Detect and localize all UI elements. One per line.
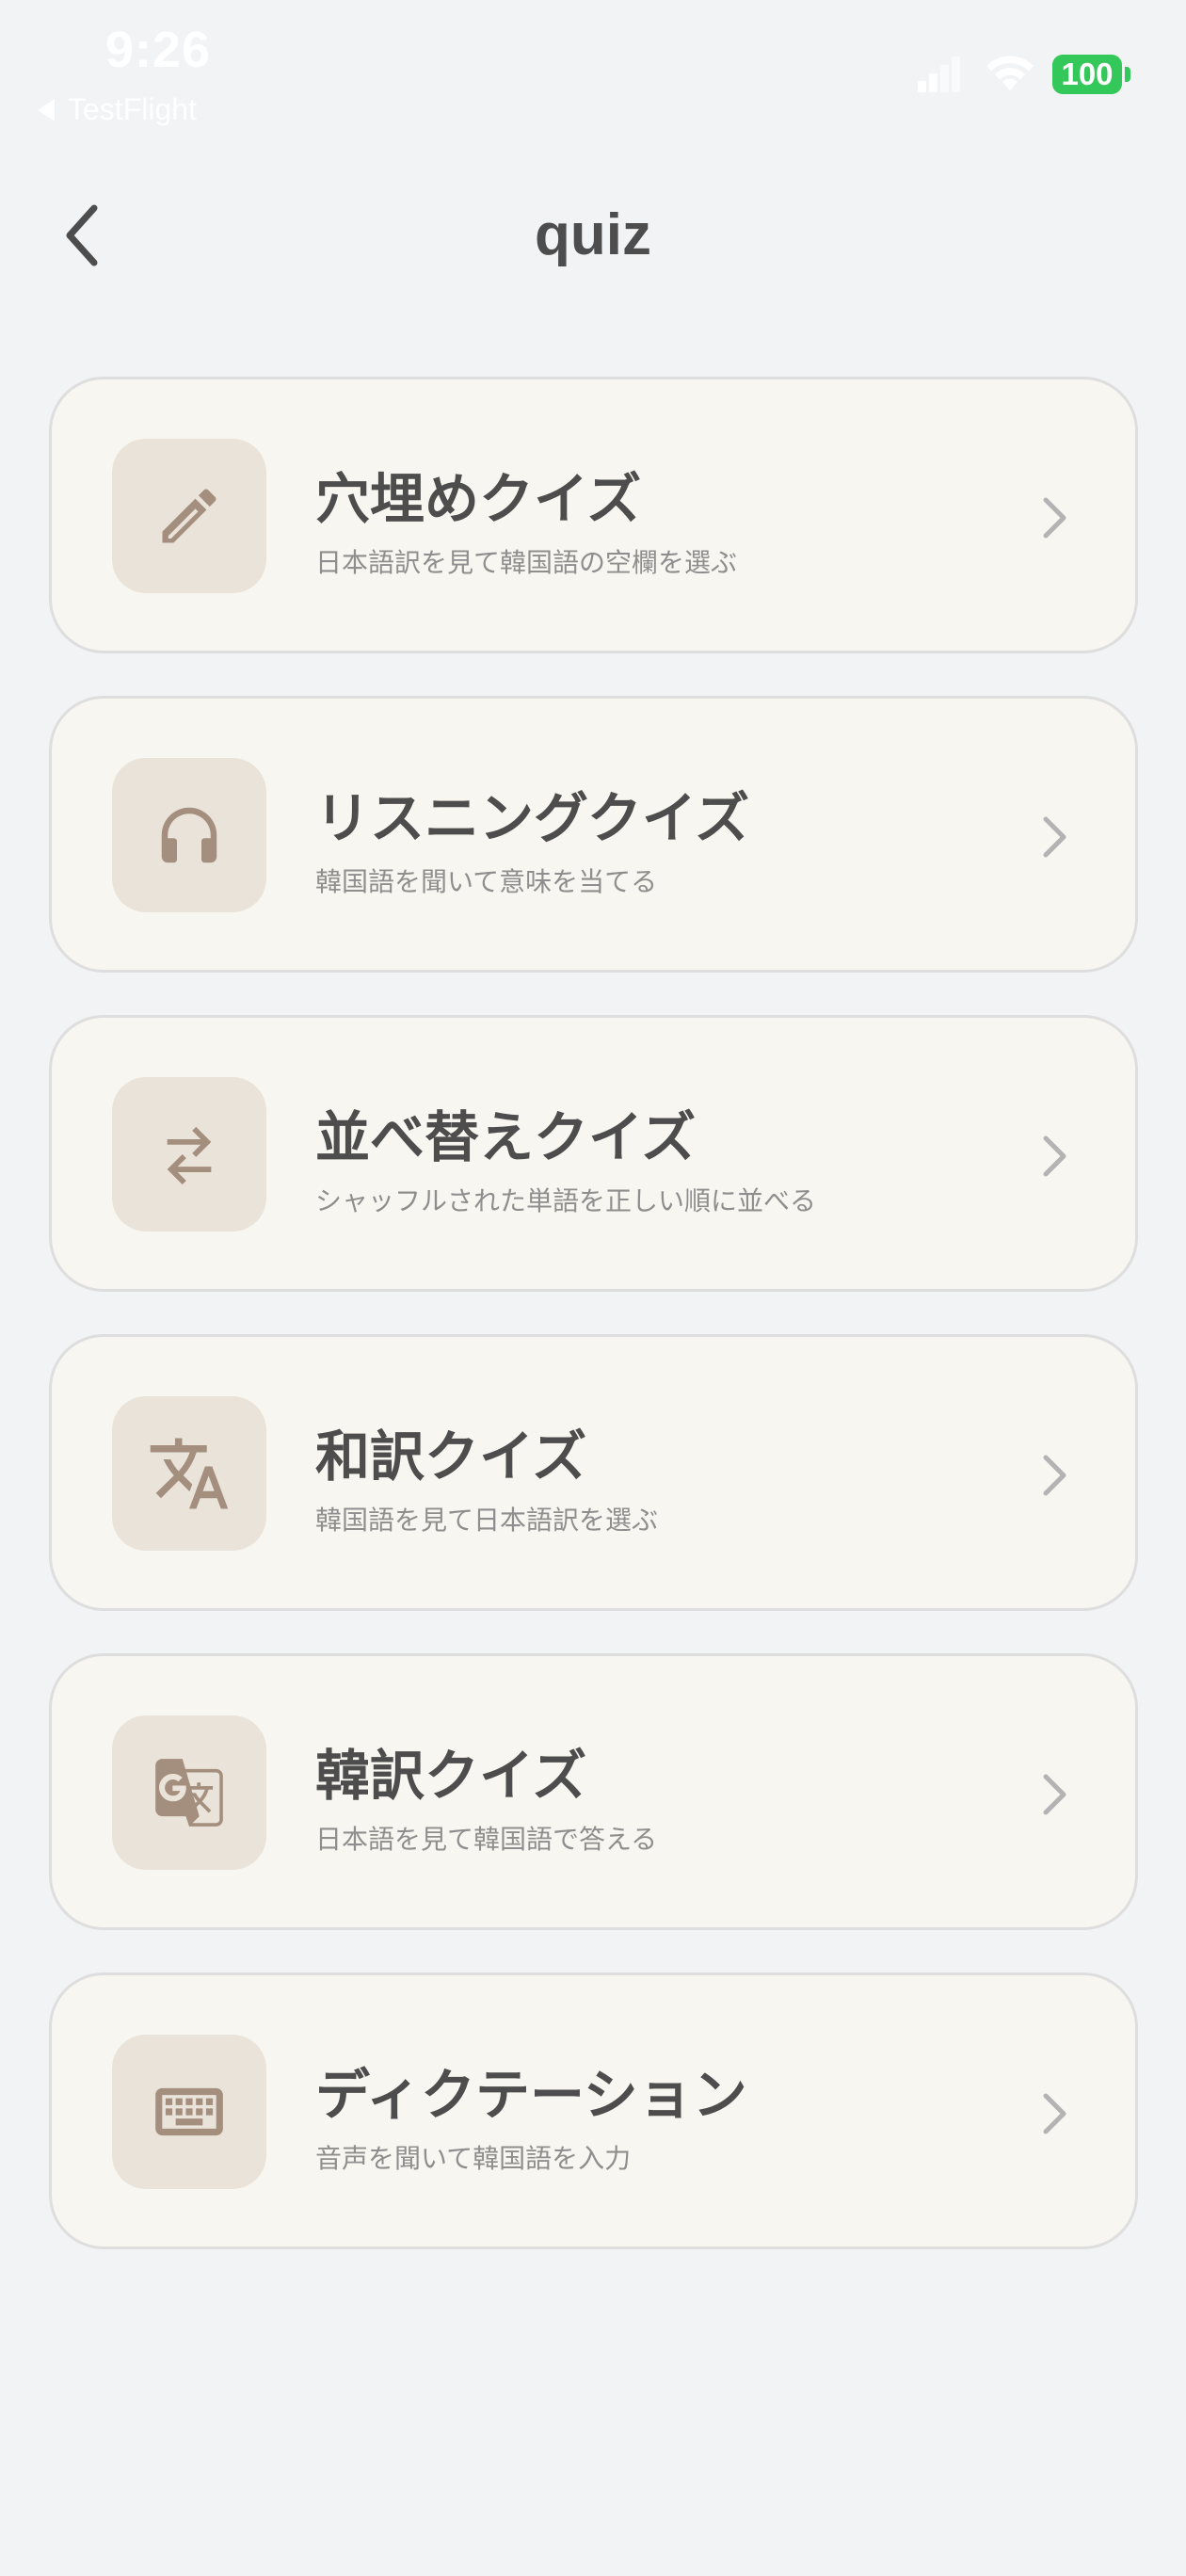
quiz-title: 並べ替えクイズ <box>315 1105 697 1169</box>
pencil-icon-box <box>112 439 266 593</box>
wifi-icon <box>986 56 1034 90</box>
quiz-subtitle: シャッフルされた単語を正しい順に並べる <box>315 1185 817 1216</box>
pencil-icon <box>162 489 216 543</box>
translate-icon <box>150 1438 229 1509</box>
translate-icon-box <box>112 1396 266 1551</box>
quiz-title: ディクテーション <box>315 2063 747 2127</box>
g-translate-icon-box <box>112 1715 266 1870</box>
quiz-subtitle: 韓国語を聞いて意味を当てる <box>315 866 658 897</box>
chevron-right-icon <box>1043 1135 1066 1177</box>
swap-arrows-icon <box>167 1126 212 1185</box>
back-triangle-icon <box>38 98 55 121</box>
quiz-card-dictation[interactable]: ディクテーション 音声を聞いて韓国語を入力 <box>49 1972 1138 2249</box>
quiz-title: 韓訳クイズ <box>315 1744 587 1808</box>
cellular-signal-icon <box>918 56 960 92</box>
back-to-testflight[interactable]: TestFlight <box>38 92 197 127</box>
quiz-subtitle: 日本語訳を見て韓国語の空欄を選ぶ <box>315 547 738 578</box>
quiz-card-listening[interactable]: リスニングクイズ 韓国語を聞いて意味を当てる <box>49 696 1138 973</box>
chevron-right-icon <box>1043 497 1066 539</box>
status-time: 9:26 <box>105 22 212 78</box>
keyboard-icon-box <box>112 2035 266 2189</box>
back-app-label: TestFlight <box>68 92 197 126</box>
chevron-right-icon <box>1043 1774 1066 1815</box>
chevron-right-icon <box>1043 2093 1066 2134</box>
g-translate-icon <box>155 1759 223 1827</box>
battery-level: 100 <box>1061 56 1114 91</box>
quiz-subtitle: 韓国語を見て日本語訳を選ぶ <box>315 1505 659 1536</box>
chevron-right-icon <box>1043 1455 1066 1496</box>
battery-indicator: 100 <box>1052 55 1131 94</box>
quiz-card-japanese-translation[interactable]: 和訳クイズ 韓国語を見て日本語訳を選ぶ <box>49 1334 1138 1611</box>
quiz-card-reorder[interactable]: 並べ替えクイズ シャッフルされた単語を正しい順に並べる <box>49 1015 1138 1292</box>
status-bar: 9:26 TestFlight 100 <box>0 0 1186 141</box>
quiz-title: リスニングクイズ <box>315 786 750 850</box>
quiz-subtitle: 日本語を見て韓国語で答える <box>315 1824 658 1855</box>
headphones-icon <box>161 807 217 863</box>
chevron-right-icon <box>1043 816 1066 858</box>
quiz-title: 穴埋めクイズ <box>315 467 642 531</box>
swap-arrows-icon-box <box>112 1077 266 1232</box>
quiz-card-korean-translation[interactable]: 韓訳クイズ 日本語を見て韓国語で答える <box>49 1653 1138 1930</box>
quiz-subtitle: 音声を聞いて韓国語を入力 <box>315 2143 632 2174</box>
page-title: quiz <box>535 202 651 267</box>
quiz-list: 穴埋めクイズ 日本語訳を見て韓国語の空欄を選ぶ リスニングクイズ 韓国語を聞いて… <box>49 377 1138 2292</box>
keyboard-icon <box>155 2087 223 2136</box>
headphones-icon-box <box>112 758 266 912</box>
quiz-title: 和訳クイズ <box>315 1425 587 1489</box>
quiz-card-fill-in-blank[interactable]: 穴埋めクイズ 日本語訳を見て韓国語の空欄を選ぶ <box>49 377 1138 653</box>
